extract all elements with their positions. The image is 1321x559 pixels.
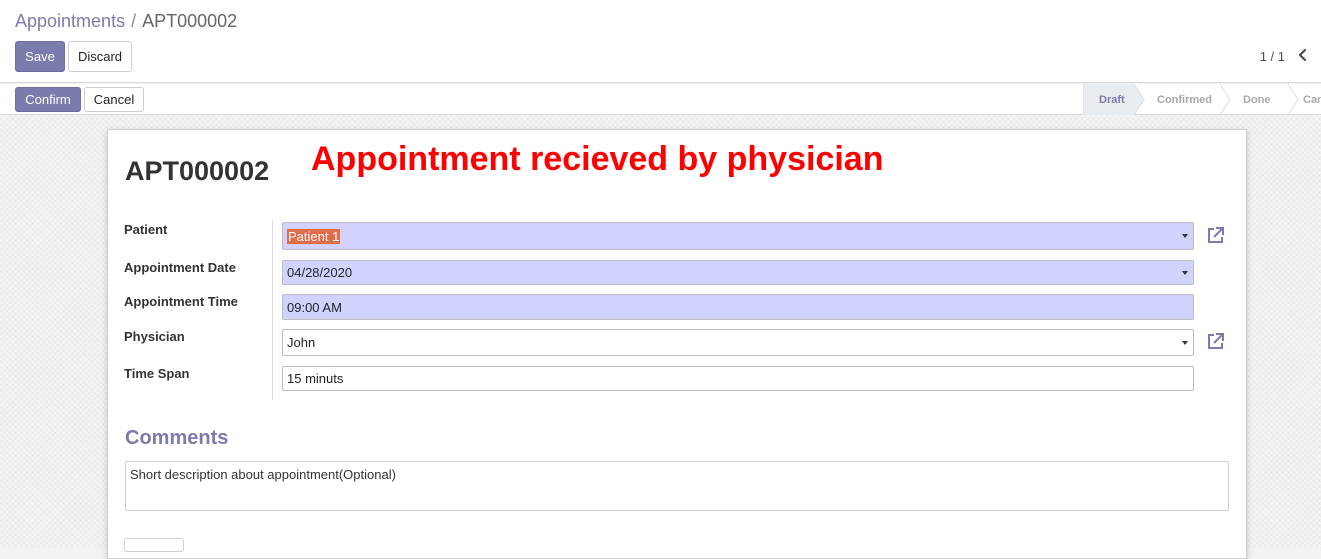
pager-value[interactable]: 1 / 1 xyxy=(1260,49,1285,64)
stage-bar: Draft Confirmed Done Canceled xyxy=(1083,84,1321,115)
breadcrumb-separator: / xyxy=(131,11,137,31)
statusbar: Confirm Cancel Draft Confirmed Done Canc… xyxy=(0,84,1321,115)
caret-down-icon xyxy=(1182,270,1188,275)
breadcrumb: Appointments / APT000002 xyxy=(15,11,237,32)
physician-value: John xyxy=(287,335,316,350)
comments-title: Comments xyxy=(125,427,229,449)
record-title: APT000002 xyxy=(125,156,270,186)
discard-button[interactable]: Discard xyxy=(68,41,132,72)
annotation-text: Appointment recieved by physician xyxy=(311,140,884,178)
caret-down-icon xyxy=(1182,234,1188,238)
caret-down-icon xyxy=(1182,340,1188,345)
appointment-time-input[interactable]: 09:00 AM xyxy=(282,294,1194,320)
breadcrumb-appointments-link[interactable]: Appointments xyxy=(15,11,125,31)
physician-label: Physician xyxy=(124,329,185,344)
stage-confirmed[interactable]: Confirmed xyxy=(1157,84,1212,115)
cut-off-button[interactable] xyxy=(124,538,184,552)
control-panel: Appointments / APT000002 Save Discard 1 / … xyxy=(0,0,1321,83)
comments-textarea[interactable]: Short description about appointment(Opti… xyxy=(125,461,1229,511)
appointment-date-label: Appointment Date xyxy=(124,260,236,275)
external-link-icon[interactable] xyxy=(1205,225,1226,246)
comments-value: Short description about appointment(Opti… xyxy=(130,467,396,482)
appointment-time-label: Appointment Time xyxy=(124,294,238,309)
chevron-left-icon[interactable] xyxy=(1293,45,1313,65)
stage-done[interactable]: Done xyxy=(1243,84,1271,115)
patient-label: Patient xyxy=(124,222,168,237)
appointment-time-value: 09:00 AM xyxy=(287,299,342,315)
cancel-button[interactable]: Cancel xyxy=(84,87,144,112)
stage-draft[interactable]: Draft xyxy=(1099,84,1125,115)
label-divider xyxy=(272,220,273,400)
stage-canceled[interactable]: Canceled xyxy=(1303,84,1321,115)
patient-value: Patient 1 xyxy=(287,228,341,244)
save-button[interactable]: Save xyxy=(15,41,65,72)
appointment-date-input[interactable]: 04/28/2020 xyxy=(282,260,1194,285)
time-span-label: Time Span xyxy=(124,366,190,381)
patient-select[interactable]: Patient 1 xyxy=(282,222,1194,250)
confirm-button[interactable]: Confirm xyxy=(15,87,81,112)
appointment-date-value: 04/28/2020 xyxy=(287,265,353,280)
breadcrumb-current: APT000002 xyxy=(142,11,238,31)
physician-select[interactable]: John xyxy=(282,329,1194,356)
external-link-icon[interactable] xyxy=(1205,331,1226,352)
time-span-value: 15 minuts xyxy=(287,371,344,386)
time-span-input[interactable]: 15 minuts xyxy=(282,366,1194,391)
